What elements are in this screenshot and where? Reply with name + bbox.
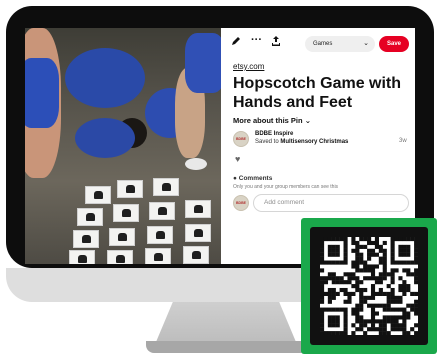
hopscotch-card xyxy=(109,228,135,246)
qr-code-icon xyxy=(320,237,418,335)
heart-icon[interactable]: ♥ xyxy=(235,154,240,164)
comment-bubble-icon: ● xyxy=(233,175,237,182)
hopscotch-card xyxy=(85,186,111,204)
hopscotch-card xyxy=(149,202,175,220)
hopscotch-card xyxy=(185,200,211,218)
board-select-value: Games xyxy=(313,41,333,47)
saved-to-line: Saved to Multisensory Christmas xyxy=(255,139,348,145)
hopscotch-card xyxy=(113,204,139,222)
hopscotch-card xyxy=(145,248,171,264)
more-about-toggle[interactable]: More about this Pin ⌄ xyxy=(233,116,311,125)
sneaker xyxy=(185,158,207,170)
hopscotch-card xyxy=(107,250,133,264)
saved-time: 3w xyxy=(399,138,407,144)
chevron-down-icon: ⌄ xyxy=(304,116,311,125)
saved-board-link[interactable]: Multisensory Christmas xyxy=(280,139,348,145)
pin-title: Hopscotch Game with Hands and Feet xyxy=(233,75,402,111)
hopscotch-card xyxy=(183,246,209,264)
qr-code-badge[interactable] xyxy=(301,218,437,354)
pin-toolbar: ··· Games ⌄ Save xyxy=(221,28,415,58)
person-top-shirt xyxy=(65,48,145,108)
more-about-label: More about this Pin xyxy=(233,116,303,125)
hopscotch-card xyxy=(77,208,103,226)
person-left-shirt xyxy=(25,58,59,128)
hopscotch-card xyxy=(153,178,179,196)
hopscotch-card xyxy=(73,230,99,248)
comments-note: Only you and your group members can see … xyxy=(233,184,339,190)
board-select[interactable]: Games ⌄ xyxy=(305,36,375,52)
hopscotch-card xyxy=(117,180,143,198)
save-button[interactable]: Save xyxy=(379,36,409,52)
pencil-icon[interactable] xyxy=(231,36,241,49)
saver-name[interactable]: BDBE Inspire xyxy=(255,131,293,137)
qr-code-frame xyxy=(310,227,428,345)
source-link[interactable]: etsy.com xyxy=(233,62,264,71)
monitor-stand-neck xyxy=(156,302,296,342)
comment-input[interactable]: Add comment xyxy=(253,194,409,212)
ellipsis-icon[interactable]: ··· xyxy=(251,34,262,46)
saver-avatar[interactable]: BDBE xyxy=(233,131,249,147)
commenter-avatar: BDBE xyxy=(233,195,249,211)
share-upload-icon[interactable] xyxy=(271,36,281,49)
comments-heading: ● Comments xyxy=(233,175,273,182)
saved-to-prefix: Saved to xyxy=(255,139,279,145)
hopscotch-card xyxy=(185,224,211,242)
pin-image[interactable] xyxy=(25,28,221,264)
person-right-shirt xyxy=(185,33,221,93)
hopscotch-card xyxy=(147,226,173,244)
chevron-down-icon: ⌄ xyxy=(363,40,369,47)
person-bottom-shirt xyxy=(75,118,135,158)
monitor-stand-foot xyxy=(146,341,308,353)
hopscotch-card xyxy=(69,250,95,264)
